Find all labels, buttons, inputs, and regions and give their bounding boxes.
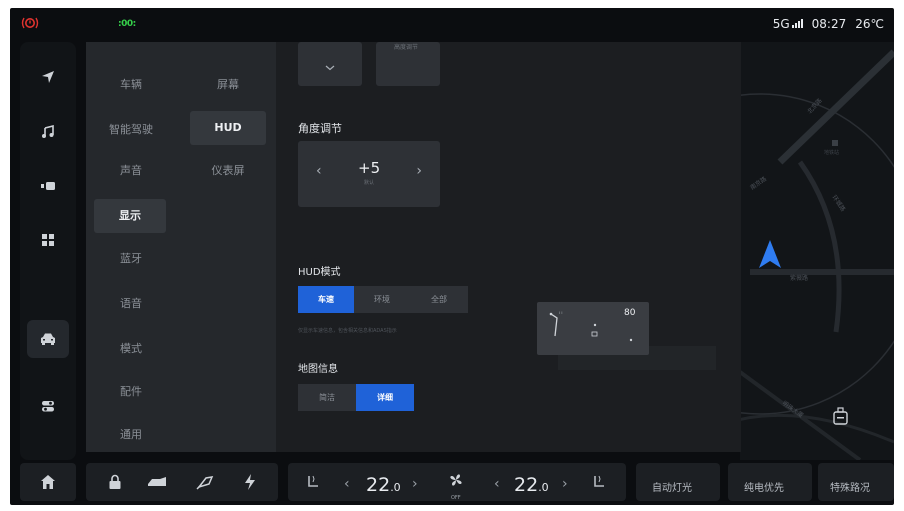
outside-temperature: 26℃ — [855, 17, 884, 31]
category-vehicle[interactable]: 车辆 — [96, 68, 166, 102]
status-bar: :00: 5G 08:27 26℃ — [10, 8, 894, 42]
signal-icon — [791, 18, 803, 28]
home-button[interactable] — [20, 463, 76, 501]
angle-decrease-button[interactable]: ‹ — [316, 163, 322, 179]
climate-controls: ‹ 22.0 › OFF ‹ 22.0 › — [288, 463, 626, 501]
road-label-3: 环城路 — [830, 194, 847, 213]
left-temp-up-button[interactable]: › — [412, 476, 418, 492]
angle-value: +5 — [358, 159, 381, 177]
map-info-detailed[interactable]: 详细 — [356, 384, 414, 411]
category-accessories[interactable]: 配件 — [96, 375, 166, 409]
lock-icon[interactable] — [108, 474, 122, 490]
charging-icon[interactable] — [244, 473, 256, 491]
rail-controls[interactable] — [27, 387, 69, 425]
fan-status: OFF — [451, 495, 461, 501]
map-info-simple[interactable]: 简洁 — [298, 384, 356, 411]
preview-speed: 80 — [624, 308, 636, 318]
angle-adjust-label: 角度调节 — [298, 122, 342, 135]
clock: 08:27 — [811, 17, 847, 31]
rail-music[interactable] — [27, 113, 69, 151]
left-temp-down-button[interactable]: ‹ — [344, 476, 350, 492]
hud-mode-label: HUD模式 — [298, 267, 341, 278]
left-temp-value: 22 — [366, 474, 391, 496]
category-bluetooth[interactable]: 蓝牙 — [96, 242, 166, 276]
network-indicator: 5G — [773, 17, 803, 31]
camera-icon — [41, 182, 55, 190]
music-icon — [42, 125, 54, 138]
category-display[interactable]: 显示 — [94, 199, 166, 233]
map-roads: 北京路 南京路 环城路 紫薇路 明珠大厦 地铁站 — [740, 49, 894, 460]
right-temp-up-button[interactable]: › — [562, 476, 568, 492]
fan-icon[interactable] — [448, 472, 464, 488]
passenger-seat-heat-icon[interactable] — [592, 474, 606, 490]
chevron-down-icon — [325, 65, 335, 71]
car-icon — [41, 333, 55, 345]
car-infotainment-screen: :00: 5G 08:27 26℃ 北京路 南京路 环城路 紫薇路 明珠大厦 地… — [10, 8, 894, 505]
special-road-button[interactable]: 特殊路况 — [818, 463, 894, 501]
height-down-button[interactable] — [298, 42, 362, 86]
angle-increase-button[interactable]: › — [416, 163, 422, 179]
category-voice[interactable]: 语音 — [96, 287, 166, 321]
headlight-indicator-icon: :00: — [118, 19, 136, 29]
category-general[interactable]: 通用 — [96, 418, 166, 452]
svg-text:ı ı: ı ı — [559, 310, 563, 315]
home-icon — [41, 475, 55, 489]
network-label: 5G — [772, 17, 790, 31]
bottom-dock: ‹ 22.0 › OFF ‹ 22.0 › 自动灯光 纯电优先 特殊路况 — [10, 460, 894, 505]
angle-stepper: ‹ +5 默认 › — [298, 141, 440, 207]
category-mode[interactable]: 模式 — [96, 332, 166, 366]
subcategory-hud[interactable]: HUD — [190, 111, 266, 145]
road-label-2: 南京路 — [749, 175, 768, 192]
category-smart-driving[interactable]: 智能驾驶 — [96, 113, 166, 147]
driver-seat-heat-icon[interactable] — [306, 474, 320, 490]
category-sound[interactable]: 声音 — [96, 154, 166, 188]
navigation-arrow-icon — [759, 240, 781, 268]
rail-vehicle[interactable] — [27, 320, 69, 358]
subcategory-instrument[interactable]: 仪表屏 — [190, 154, 266, 188]
auto-lights-button[interactable]: 自动灯光 — [636, 463, 720, 501]
road-label-4: 紫薇路 — [790, 274, 808, 282]
angle-default-label: 默认 — [364, 180, 375, 186]
auto-lights-label: 自动灯光 — [652, 483, 692, 494]
settings-categories: 车辆 智能驾驶 声音 显示 蓝牙 语音 模式 配件 通用 屏幕 HUD 仪表屏 — [86, 42, 276, 452]
right-temp-down-button[interactable]: ‹ — [494, 476, 500, 492]
apps-grid-icon — [42, 234, 54, 246]
toggle-settings-icon — [42, 401, 54, 412]
left-temp-decimal: .0 — [390, 481, 401, 494]
right-temperature: 22.0 — [514, 474, 549, 496]
app-rail — [20, 42, 76, 460]
rail-camera[interactable] — [27, 167, 69, 205]
hud-mode-hint: 仅显示车速信息，包含相关信息和ADAS指示 — [298, 328, 397, 334]
height-label-partial: 高度调节 — [394, 44, 419, 51]
special-road-label: 特殊路况 — [830, 483, 870, 494]
right-temp-decimal: .0 — [538, 481, 549, 494]
ev-priority-button[interactable]: 纯电优先 — [728, 463, 812, 501]
tire-pressure-warning-icon — [21, 17, 39, 29]
hud-mode-environment[interactable]: 环境 — [354, 286, 410, 313]
rail-apps[interactable] — [27, 221, 69, 259]
vehicle-quick-controls — [86, 463, 278, 501]
hud-preview: ı ı 80 — [537, 302, 649, 355]
right-temp-value: 22 — [514, 474, 539, 496]
map-view[interactable]: 北京路 南京路 环城路 紫薇路 明珠大厦 地铁站 — [740, 42, 894, 460]
trunk-icon[interactable] — [146, 475, 168, 489]
left-temperature: 22.0 — [366, 474, 401, 496]
navigation-icon — [42, 71, 54, 83]
hud-mode-all[interactable]: 全部 — [410, 286, 468, 313]
rail-navigation[interactable] — [27, 58, 69, 96]
subcategory-screen[interactable]: 屏幕 — [190, 68, 266, 102]
poi-label: 地铁站 — [824, 149, 839, 156]
hud-mode-speed[interactable]: 车速 — [298, 286, 354, 313]
hud-settings-content: 高度调节 角度调节 ‹ +5 默认 › HUD模式 车速 环境 全部 仅显示车速… — [276, 42, 741, 452]
ev-priority-label: 纯电优先 — [744, 483, 784, 494]
status-right: 5G 08:27 26℃ — [773, 17, 884, 31]
poi-icon — [832, 140, 838, 146]
mirror-fold-icon[interactable] — [196, 474, 214, 490]
map-info-label: 地图信息 — [298, 364, 338, 375]
